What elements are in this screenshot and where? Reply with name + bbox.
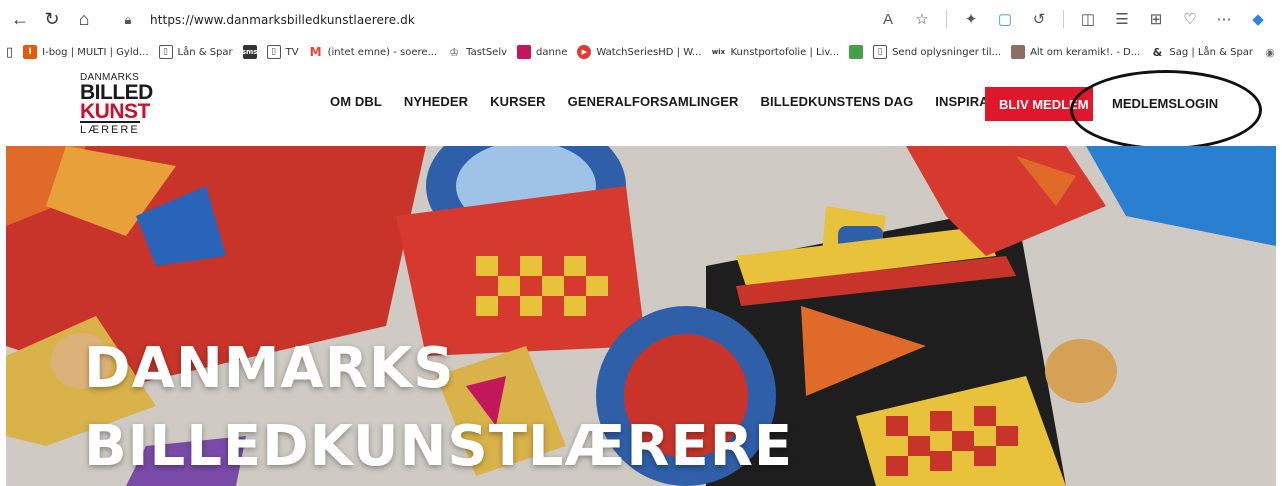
nav-item-generalforsamlinger[interactable]: GENERALFORSAMLINGER [568,94,739,109]
lan-spar-icon: & [1152,45,1163,59]
address-bar[interactable]: 🔒︎ https://www.danmarksbilledkunstlaerer… [118,9,978,31]
nav-item-om-dbl[interactable]: OM DBL [330,94,382,109]
favorites-folder-icon[interactable]: ▯ [6,45,13,60]
ceramics-icon [1011,45,1026,59]
copilot-icon[interactable]: ◆ [1244,5,1272,33]
annotation-circle [1070,70,1262,150]
toolbar-divider [946,10,947,28]
hero-title-line-1: DANMARKS [84,336,455,401]
bookmark-icon: I [23,45,38,59]
nav-item-billedkunstens-dag[interactable]: BILLEDKUNSTENS DAG [761,94,914,109]
main-navigation: OM DBL NYHEDER KURSER GENERALFORSAMLINGE… [330,94,1041,109]
collections-icon[interactable]: ⊞ [1142,5,1170,33]
favorites-bar: ▯ I I-bog | MULTI | Gyld... ▯ Lån & Spar s… [0,38,1282,66]
favorite-item[interactable]: M (intet emne) - soere... [309,45,438,59]
favorite-item[interactable]: ▯ Send oplysninger til... [873,45,1001,59]
favorite-item[interactable]: ▶ WatchSeriesHD | W... [577,45,701,59]
favorites-icon[interactable]: ☰ [1108,5,1136,33]
wix-icon: wix [711,48,726,56]
favorite-item[interactable]: ▯ TV [266,45,299,59]
logo-line-4: LÆRERE [80,124,140,136]
performance-icon[interactable]: ♡ [1176,5,1204,33]
profile-icon[interactable]: ▢ [991,5,1019,33]
refresh-2-icon[interactable]: ↺ [1025,5,1053,33]
hero-banner: DANMARKS BILLEDKUNSTLÆRERE [6,146,1276,486]
nav-item-kurser[interactable]: KURSER [490,94,546,109]
page-icon: ▯ [873,45,888,59]
sms-icon: sms [242,45,257,59]
site-logo[interactable]: DANMARKS BILLED KUNST LÆRERE [80,72,153,144]
favorite-item[interactable]: I I-bog | MULTI | Gyld... [23,45,149,59]
favorite-item[interactable]: wix Kunstportofolie | Liv... [711,45,839,59]
favorite-item[interactable]: sms [242,45,257,59]
danne-icon [517,45,532,59]
favorite-item[interactable] [849,45,864,59]
favorite-item[interactable]: ♔ TastSelv [447,45,507,59]
refresh-icon[interactable]: ↻ [36,3,68,35]
puzzle-icon [849,45,864,59]
lock-icon[interactable]: 🔒︎ [118,10,138,30]
back-icon[interactable]: ← [4,3,36,35]
favorite-item[interactable]: & Sag | Lån & Spar [1150,45,1253,59]
nav-item-nyheder[interactable]: NYHEDER [404,94,468,109]
chevron-right-icon[interactable]: › [1267,44,1272,60]
extension-icon[interactable]: ✦ [957,5,985,33]
read-aloud-icon[interactable]: A [874,5,902,33]
browser-toolbar: ← ↻ ⌂ 🔒︎ https://www.danmarksbilledkunst… [0,0,1282,38]
gmail-icon: M [309,45,322,59]
favorite-item[interactable]: ▯ Lån & Spar [158,45,233,59]
favorite-item[interactable]: Alt om keramik!. - D... [1011,45,1140,59]
favorite-item[interactable]: danne [517,45,567,59]
site-header: DANMARKS BILLED KUNST LÆRERE OM DBL NYHE… [0,66,1282,150]
browser-actions: A ☆ ✦ ▢ ↺ ◫ ☰ ⊞ ♡ ⋯ ◆ [874,4,1282,34]
play-icon: ▶ [577,45,592,59]
toolbar-divider [1063,10,1064,28]
crown-icon: ♔ [449,45,460,59]
logo-line-3: KUNST [80,100,150,123]
split-screen-icon[interactable]: ◫ [1074,5,1102,33]
favorite-star-icon[interactable]: ☆ [908,5,936,33]
home-icon[interactable]: ⌂ [68,3,100,35]
url-text[interactable]: https://www.danmarksbilledkunstlaerere.d… [150,13,415,27]
page-icon: ▯ [266,45,281,59]
hero-title-line-2: BILLEDKUNSTLÆRERE [84,414,794,479]
page-icon: ▯ [158,45,173,59]
more-icon[interactable]: ⋯ [1210,5,1238,33]
